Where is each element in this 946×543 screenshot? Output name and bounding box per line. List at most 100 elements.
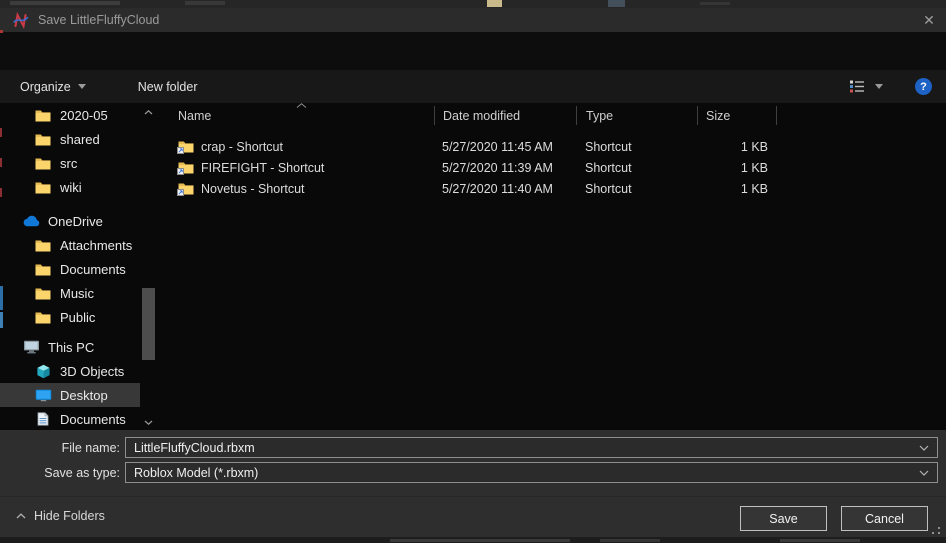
sidebar-item-label: shared xyxy=(60,132,100,147)
sidebar-item-documents[interactable]: Documents xyxy=(0,407,160,430)
command-toolbar: Organize New folder ? xyxy=(0,70,946,103)
sidebar-item-label: Public xyxy=(60,310,95,325)
onedrive-cloud-icon xyxy=(22,215,40,227)
sort-ascending-icon xyxy=(296,103,307,108)
file-row[interactable]: crap - Shortcut 5/27/2020 11:45 AM Short… xyxy=(160,136,946,157)
sidebar-item-3d-objects[interactable]: 3D Objects xyxy=(0,359,160,383)
folder-icon xyxy=(34,311,52,324)
shortcut-arrow-icon xyxy=(177,147,184,154)
shortcut-arrow-icon xyxy=(177,168,184,175)
file-size: 1 KB xyxy=(697,136,777,157)
file-list: Name Date modified Type Size crap - Shor… xyxy=(160,103,946,430)
dialog-footer: Hide Folders Save Cancel xyxy=(0,496,946,537)
column-header-date-modified[interactable]: Date modified xyxy=(434,106,576,125)
novetus-app-icon xyxy=(12,12,29,29)
sidebar-item-label: Music xyxy=(60,286,94,301)
sidebar-item-documents-onedrive[interactable]: Documents xyxy=(0,257,160,281)
scrollbar-thumb[interactable] xyxy=(142,288,155,360)
help-icon[interactable]: ? xyxy=(915,78,932,95)
shortcut-folder-icon xyxy=(178,140,194,153)
file-size: 1 KB xyxy=(697,157,777,178)
computer-icon xyxy=(22,340,40,354)
organize-label: Organize xyxy=(20,80,71,94)
details-view-icon[interactable] xyxy=(849,80,865,93)
column-headers: Name Date modified Type Size xyxy=(160,103,946,128)
sidebar-item-label: This PC xyxy=(48,340,94,355)
sidebar-item-2020-05[interactable]: 2020-05 xyxy=(0,103,160,127)
close-icon[interactable]: ✕ xyxy=(912,8,946,32)
column-header-size[interactable]: Size xyxy=(697,106,777,125)
hide-folders-label: Hide Folders xyxy=(34,509,105,523)
shortcut-arrow-icon xyxy=(177,189,184,196)
title-bar: Save LittleFluffyCloud ✕ xyxy=(0,8,946,32)
file-name: FIREFIGHT - Shortcut xyxy=(201,161,324,175)
file-row[interactable]: FIREFIGHT - Shortcut 5/27/2020 11:39 AM … xyxy=(160,157,946,178)
view-options-caret-icon[interactable] xyxy=(875,84,883,89)
window-title: Save LittleFluffyCloud xyxy=(38,13,159,27)
folder-icon xyxy=(34,263,52,276)
organize-button[interactable]: Organize xyxy=(20,80,86,94)
file-name: crap - Shortcut xyxy=(201,140,283,154)
background-window-sliver-bottom xyxy=(0,537,946,543)
sidebar-item-desktop[interactable]: Desktop xyxy=(0,383,140,407)
sidebar-item-music[interactable]: Music xyxy=(0,281,160,305)
file-size: 1 KB xyxy=(697,178,777,199)
column-header-type[interactable]: Type xyxy=(576,106,697,125)
folder-icon xyxy=(34,287,52,300)
dialog-content: 2020-05 shared src wiki OneDrive Attachm… xyxy=(0,103,946,430)
file-date: 5/27/2020 11:39 AM xyxy=(434,157,576,178)
sidebar-item-src[interactable]: src xyxy=(0,151,160,175)
file-fields-panel: File name: LittleFluffyCloud.rbxm Save a… xyxy=(0,430,946,496)
file-date: 5/27/2020 11:40 AM xyxy=(434,178,576,199)
cube-icon xyxy=(34,364,52,379)
scroll-up-icon[interactable] xyxy=(141,105,156,119)
file-name-label: File name: xyxy=(0,441,120,455)
caret-down-icon xyxy=(78,84,86,89)
new-folder-button[interactable]: New folder xyxy=(138,80,198,94)
file-type: Shortcut xyxy=(576,136,697,157)
save-as-type-select[interactable]: Roblox Model (*.rbxm) xyxy=(125,462,938,483)
new-folder-label: New folder xyxy=(138,80,198,94)
save-as-type-label: Save as type: xyxy=(0,466,120,480)
sidebar-item-label: src xyxy=(60,156,77,171)
sidebar-item-public[interactable]: Public xyxy=(0,305,160,329)
chevron-down-icon[interactable] xyxy=(919,470,929,476)
file-name-value: LittleFluffyCloud.rbxm xyxy=(134,441,255,455)
file-row[interactable]: Novetus - Shortcut 5/27/2020 11:40 AM Sh… xyxy=(160,178,946,199)
chevron-down-icon[interactable] xyxy=(919,445,929,451)
chevron-up-icon xyxy=(16,513,26,519)
folder-icon xyxy=(34,109,52,122)
file-type: Shortcut xyxy=(576,157,697,178)
sidebar-item-onedrive[interactable]: OneDrive xyxy=(0,209,160,233)
shortcut-folder-icon xyxy=(178,182,194,195)
file-name-input[interactable]: LittleFluffyCloud.rbxm xyxy=(125,437,938,458)
scroll-down-icon[interactable] xyxy=(141,415,156,429)
sidebar-item-label: Desktop xyxy=(60,388,108,403)
sidebar-scrollbar[interactable] xyxy=(141,103,156,430)
file-type: Shortcut xyxy=(576,178,697,199)
folder-icon xyxy=(34,181,52,194)
sidebar-item-label: 3D Objects xyxy=(60,364,124,379)
document-icon xyxy=(34,412,52,426)
sidebar-item-wiki[interactable]: wiki xyxy=(0,175,160,199)
sidebar-item-label: 2020-05 xyxy=(60,108,108,123)
sidebar-item-this-pc[interactable]: This PC xyxy=(0,335,160,359)
file-name: Novetus - Shortcut xyxy=(201,182,305,196)
sidebar-item-attachments[interactable]: Attachments xyxy=(0,233,160,257)
shortcut-folder-icon xyxy=(178,161,194,174)
sidebar-item-label: Attachments xyxy=(60,238,132,253)
column-header-name[interactable]: Name xyxy=(160,106,434,125)
sidebar-item-shared[interactable]: shared xyxy=(0,127,160,151)
cancel-button[interactable]: Cancel xyxy=(841,506,928,531)
save-dialog: { "title_bar": { "title": "Save LittleFl… xyxy=(0,0,946,543)
background-window-sliver-top xyxy=(0,0,946,8)
sidebar-item-label: OneDrive xyxy=(48,214,103,229)
hide-folders-button[interactable]: Hide Folders xyxy=(16,509,105,523)
desktop-icon xyxy=(34,389,52,402)
navigation-bar: ← → ↑ › This PC › Desktop ↻ xyxy=(0,32,946,70)
file-date: 5/27/2020 11:45 AM xyxy=(434,136,576,157)
save-as-type-value: Roblox Model (*.rbxm) xyxy=(134,466,258,480)
save-button[interactable]: Save xyxy=(740,506,827,531)
folder-icon xyxy=(34,133,52,146)
sidebar-item-label: Documents xyxy=(60,262,126,277)
